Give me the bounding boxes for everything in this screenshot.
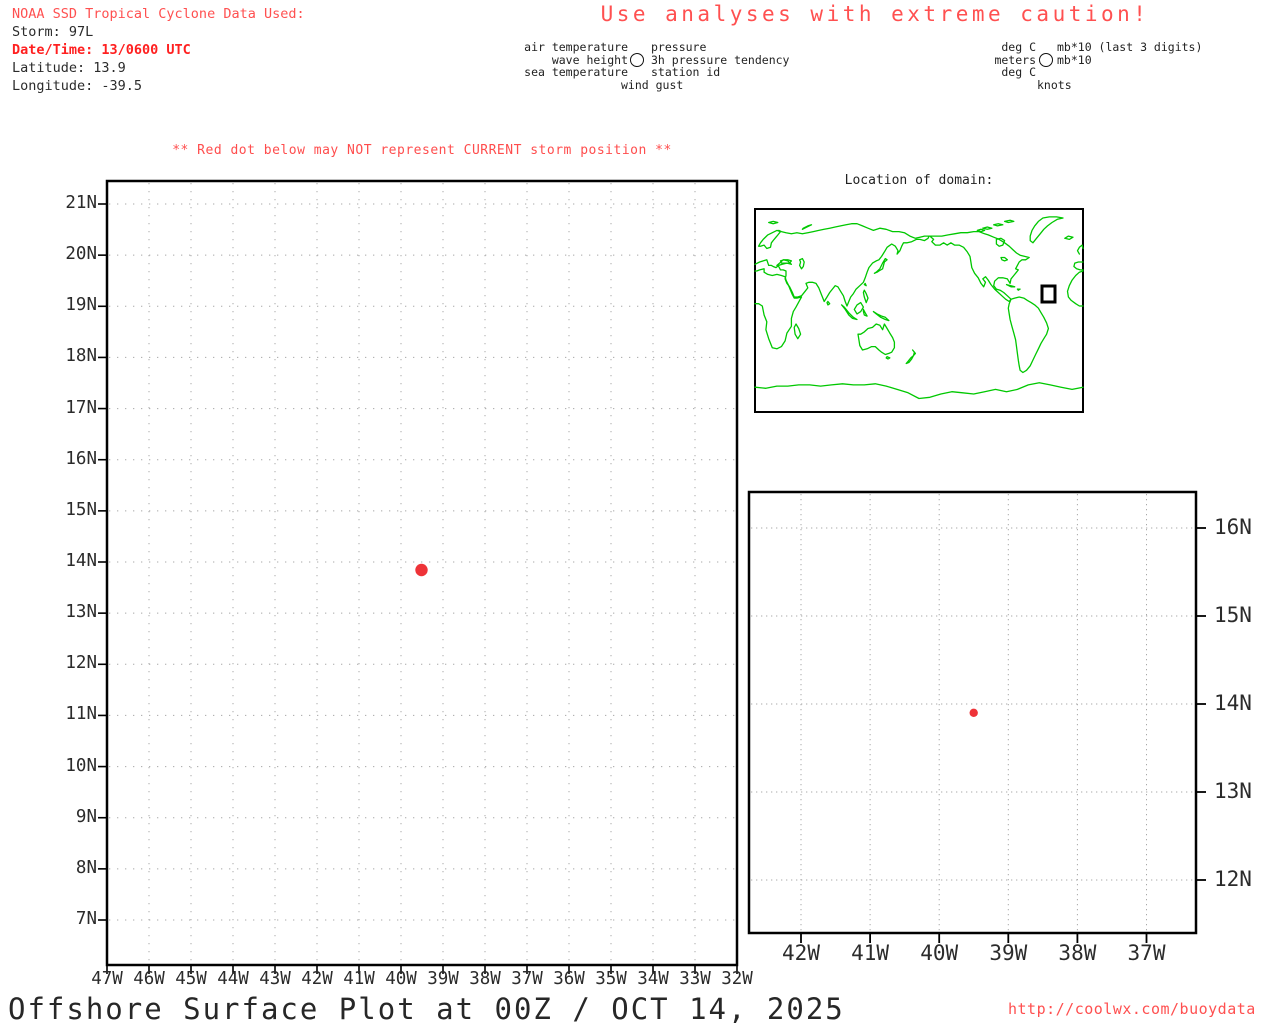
coastline (872, 310, 890, 322)
source-url-text: http://coolwx.com/buoydata (1008, 1000, 1256, 1018)
coastline (982, 226, 993, 230)
domain-rectangle (1040, 284, 1057, 304)
offshore-surface-plot-page: NOAA SSD Tropical Cyclone Data Used: Sto… (0, 0, 1280, 1024)
coastline (1076, 244, 1084, 255)
coastline (1073, 261, 1084, 271)
station-legend-left-column: air temperature wave height sea temperatur… (430, 41, 628, 79)
coastline (873, 257, 888, 274)
units-legend-knots: knots (1037, 78, 1072, 92)
coastline (1003, 219, 1015, 224)
main-lat-label: 9N (75, 806, 97, 827)
station-legend-item: sea temperature (524, 65, 628, 79)
coastline (754, 223, 930, 307)
main-lat-label: 12N (65, 653, 97, 674)
coastline (798, 257, 805, 270)
units-legend-right-column: mb*10 (last 3 digits) mb*10 (1057, 41, 1202, 66)
station-legend-wind-gust: wind gust (621, 78, 684, 92)
main-lat-label: 14N (65, 551, 97, 571)
storm-longitude-line: Longitude: -39.5 (12, 78, 143, 94)
station-legend-item: air temperature (524, 40, 628, 54)
coastline (1064, 235, 1074, 241)
coastline (840, 304, 858, 321)
main-lat-label: 17N (65, 397, 97, 418)
coastline (905, 349, 917, 365)
main-lat-label: 18N (65, 346, 97, 367)
storm-latitude-line: Latitude: 13.9 (12, 60, 126, 76)
coastline (976, 228, 986, 233)
storm-info-block: NOAA SSD Tropical Cyclone Data Used: Sto… (12, 5, 305, 95)
coastline (885, 356, 891, 360)
zoom-lat-label: 16N (1214, 515, 1252, 539)
coastline (768, 220, 779, 225)
storm-position-warning: ** Red dot below may NOT represent CURRE… (172, 143, 672, 158)
coastline (1066, 270, 1084, 307)
main-lat-label: 21N (65, 193, 97, 213)
zoom-lat-label: 12N (1214, 867, 1252, 891)
main-lat-label: 13N (65, 602, 97, 623)
coastline (929, 230, 1030, 303)
main-lat-label: 20N (65, 244, 97, 265)
coastline (862, 289, 869, 304)
coastline (793, 323, 802, 340)
domain-map-title: Location of domain: (844, 173, 994, 188)
coastline (857, 323, 896, 356)
page-title: Offshore Surface Plot at 00Z / OCT 14, 2… (8, 992, 845, 1024)
station-legend-item: pressure (651, 40, 707, 54)
coastline (993, 223, 1004, 227)
units-circle-icon (1039, 53, 1053, 67)
main-lat-label: 15N (65, 499, 97, 520)
coastline (801, 224, 813, 230)
coastline (754, 268, 803, 350)
zoom-lat-label: 14N (1214, 691, 1252, 715)
zoom-lon-label: 37W (1127, 941, 1166, 965)
coastline (862, 308, 868, 317)
data-source-line: NOAA SSD Tropical Cyclone Data Used: (12, 6, 305, 22)
coastline (826, 300, 831, 306)
coastline (1029, 216, 1064, 244)
main-lon-label: 32W (721, 969, 753, 989)
coastline (757, 229, 782, 250)
zoom-lat-label: 15N (1214, 603, 1252, 627)
station-circle-icon (630, 53, 644, 67)
main-lat-label: 16N (65, 448, 97, 469)
coastline (1016, 288, 1021, 291)
units-legend-item: deg C (1001, 40, 1036, 54)
main-lat-label: 8N (75, 857, 97, 878)
coastline (1005, 283, 1016, 288)
coastline (1007, 296, 1050, 374)
coastline (779, 259, 793, 264)
station-legend-item: station id (651, 65, 721, 79)
main-lat-label: 19N (65, 295, 97, 316)
units-legend-item: deg C (1001, 65, 1036, 79)
storm-dot-main (415, 563, 428, 577)
coastline (863, 282, 867, 287)
storm-datetime-line: Date/Time: 13/0600 UTC (12, 42, 191, 58)
coastline (995, 237, 1006, 247)
station-legend-right-column: pressure 3h pressure tendency station id (651, 41, 789, 79)
main-lat-label: 7N (75, 909, 97, 929)
units-legend-item: mb*10 (1057, 52, 1092, 67)
main-lat-label: 10N (65, 755, 97, 776)
units-legend-item: mb*10 (last 3 digits) (1057, 40, 1203, 54)
storm-id-line: Storm: 97L (12, 24, 94, 40)
main-lat-label: 11N (65, 704, 97, 725)
caution-title: Use analyses with extreme caution! (600, 2, 1150, 26)
coastline (853, 301, 865, 315)
zoom-lat-label: 13N (1214, 779, 1252, 803)
storm-dot-zoom (969, 708, 978, 717)
units-legend-left-column: deg Cmeters deg C (936, 41, 1036, 79)
coastline (1000, 256, 1009, 262)
coastline (754, 382, 1084, 400)
